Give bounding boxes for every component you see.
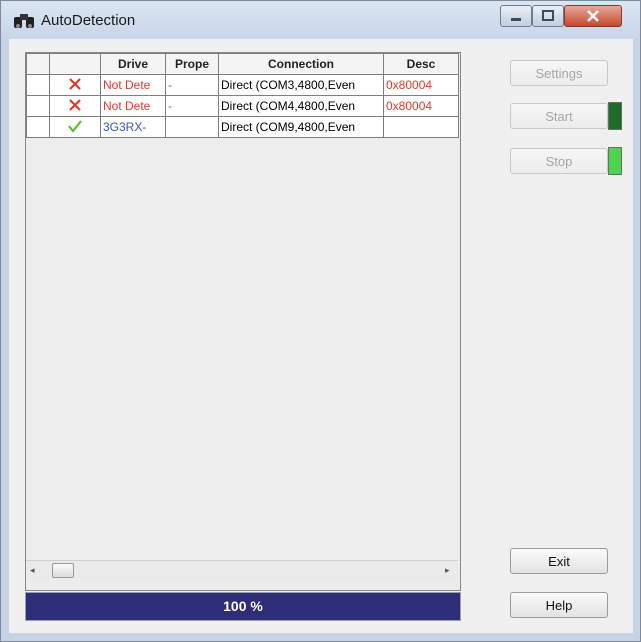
red-x-icon: [69, 77, 81, 90]
column-header-select[interactable]: [26, 53, 50, 75]
connection-cell[interactable]: Direct (COM3,4800,Even: [218, 74, 384, 96]
title-bar[interactable]: AutoDetection: [1, 1, 640, 39]
status-cell: [49, 74, 101, 96]
progress-bar: 100 %: [25, 592, 461, 621]
desc-cell[interactable]: 0x80004: [383, 95, 459, 117]
client-area: Drive Prope Connection Desc Not Dete - D…: [9, 39, 633, 633]
status-cell: [49, 95, 101, 117]
scroll-right-icon[interactable]: ▸: [445, 565, 450, 576]
column-header-connection[interactable]: Connection: [218, 53, 384, 75]
close-button[interactable]: [564, 5, 622, 27]
table-row[interactable]: Not Dete - Direct (COM3,4800,Even 0x8000…: [26, 74, 459, 96]
binoculars-icon: [13, 10, 35, 30]
prope-cell[interactable]: -: [165, 74, 219, 96]
scroll-left-icon[interactable]: ◂: [30, 565, 35, 576]
column-header-drive[interactable]: Drive: [100, 53, 166, 75]
maximize-button[interactable]: [532, 5, 564, 27]
desc-cell[interactable]: [383, 116, 459, 138]
column-header-status[interactable]: [49, 53, 101, 75]
status-cell: [49, 116, 101, 138]
connection-cell[interactable]: Direct (COM9,4800,Even: [218, 116, 384, 138]
settings-button[interactable]: Settings: [510, 60, 608, 86]
drive-cell[interactable]: Not Dete: [100, 95, 166, 117]
progress-label: 100 %: [223, 598, 263, 614]
header-row: Drive Prope Connection Desc: [26, 53, 459, 75]
scroll-thumb[interactable]: [52, 563, 74, 578]
prope-cell[interactable]: -: [165, 95, 219, 117]
column-header-desc[interactable]: Desc: [383, 53, 459, 75]
stop-button[interactable]: Stop: [510, 148, 608, 174]
stop-indicator-led: [608, 147, 622, 175]
row-selector[interactable]: [26, 95, 50, 117]
help-button[interactable]: Help: [510, 592, 608, 618]
drive-cell[interactable]: Not Dete: [100, 74, 166, 96]
prope-cell[interactable]: [165, 116, 219, 138]
table-row[interactable]: Not Dete - Direct (COM4,4800,Even 0x8000…: [26, 95, 459, 117]
exit-button[interactable]: Exit: [510, 548, 608, 574]
minimize-button[interactable]: [500, 5, 532, 27]
connection-cell[interactable]: Direct (COM4,4800,Even: [218, 95, 384, 117]
autodetection-window: AutoDetection Drive Prope Connection Des…: [0, 0, 641, 642]
detection-table: Drive Prope Connection Desc Not Dete - D…: [26, 53, 459, 138]
table-row[interactable]: 3G3RX- Direct (COM9,4800,Even: [26, 116, 459, 138]
start-button[interactable]: Start: [510, 103, 608, 129]
green-check-icon: [68, 119, 82, 133]
red-x-icon: [69, 98, 81, 111]
row-selector[interactable]: [26, 116, 50, 138]
desc-cell[interactable]: 0x80004: [383, 74, 459, 96]
row-selector[interactable]: [26, 74, 50, 96]
drive-cell[interactable]: 3G3RX-: [100, 116, 166, 138]
start-indicator-led: [608, 102, 622, 130]
horizontal-scrollbar[interactable]: ◂ ▸: [26, 560, 458, 579]
window-title: AutoDetection: [41, 12, 136, 29]
detection-grid[interactable]: Drive Prope Connection Desc Not Dete - D…: [25, 52, 461, 591]
column-header-prope[interactable]: Prope: [165, 53, 219, 75]
